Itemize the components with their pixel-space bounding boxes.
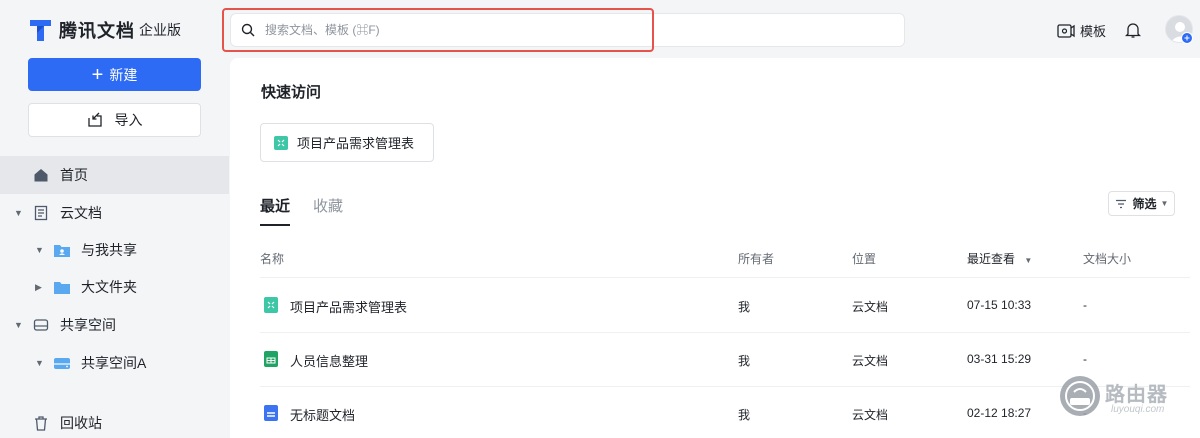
template-icon <box>1057 23 1075 38</box>
sidebar-item-label: 共享空间 <box>60 317 116 333</box>
sidebar-item-home[interactable]: 首页 <box>0 156 229 194</box>
watermark-text: 路由器 <box>1105 384 1168 406</box>
quick-access-label: 项目产品需求管理表 <box>297 136 415 151</box>
template-label: 模板 <box>1080 24 1107 39</box>
table-row[interactable]: 无标题文档 我 云文档 02-12 18:27 - <box>260 387 1190 438</box>
sidebar-item-trash[interactable]: 回收站 <box>0 404 229 438</box>
doc-icon <box>264 405 278 421</box>
col-location: 位置 <box>852 252 877 266</box>
enterprise-badge-icon <box>1181 32 1193 44</box>
filter-button[interactable]: 筛选 ▼ <box>1108 191 1175 216</box>
new-button-label: 新建 <box>109 66 138 83</box>
tab-favorites[interactable]: 收藏 <box>313 195 343 226</box>
table-row[interactable]: 人员信息整理 我 云文档 03-31 15:29 - <box>260 333 1190 387</box>
app-logo[interactable]: 腾讯文档 企业版 <box>28 17 181 43</box>
sheet-icon <box>274 135 288 150</box>
spreadsheet-icon <box>264 351 278 367</box>
file-owner: 我 <box>738 354 751 368</box>
sidebar-item-label: 与我共享 <box>81 242 137 258</box>
filter-icon <box>1115 199 1126 208</box>
main-panel: 快速访问 项目产品需求管理表 最近 收藏 筛选 ▼ 名称 所有者 位置 最近查看… <box>230 58 1200 438</box>
sidebar-item-label: 共享空间A <box>81 355 147 371</box>
caret-down-icon: ▼ <box>1160 199 1169 208</box>
sidebar-item-shared-space-a[interactable]: ▼ 共享空间A <box>0 344 229 382</box>
file-name[interactable]: 人员信息整理 <box>290 351 368 370</box>
sidebar: 腾讯文档 企业版 + 新建 导入 首页 ▼ 云文档 ▼ 与我共享 ▶ 大文件夹 … <box>0 0 229 438</box>
app-edition: 企业版 <box>139 22 181 38</box>
document-icon <box>33 205 49 221</box>
tab-recent[interactable]: 最近 <box>260 195 291 226</box>
sidebar-item-label: 回收站 <box>60 415 102 431</box>
file-size: - <box>1083 298 1087 312</box>
caret-down-icon[interactable]: ▼ <box>14 320 23 330</box>
caret-down-icon[interactable]: ▼ <box>35 245 44 255</box>
filter-label: 筛选 <box>1132 197 1157 211</box>
sidebar-item-label: 首页 <box>60 167 88 183</box>
search-highlight-box <box>222 8 654 52</box>
shared-folder-icon <box>53 242 71 258</box>
sidebar-item-large-folder[interactable]: ▶ 大文件夹 <box>0 268 229 306</box>
notification-bell[interactable] <box>1124 21 1142 42</box>
watermark-logo-icon <box>1060 376 1100 416</box>
col-owner: 所有者 <box>738 252 775 266</box>
smartsheet-icon <box>264 297 278 313</box>
import-button-label: 导入 <box>114 112 143 128</box>
new-button[interactable]: + 新建 <box>28 58 201 91</box>
template-button[interactable]: 模板 <box>1057 21 1106 40</box>
file-location: 云文档 <box>852 408 889 422</box>
col-last-viewed-label: 最近查看 <box>967 252 1016 266</box>
import-button[interactable]: 导入 <box>28 103 201 137</box>
file-owner: 我 <box>738 408 751 422</box>
file-size: - <box>1083 352 1087 366</box>
file-last-viewed: 02-12 18:27 <box>967 406 1032 420</box>
app-title: 腾讯文档 <box>59 21 135 41</box>
drive-icon <box>33 317 49 333</box>
import-icon <box>87 112 102 127</box>
trash-icon <box>33 415 49 431</box>
bell-icon <box>1124 23 1142 38</box>
caret-right-icon[interactable]: ▶ <box>35 282 42 293</box>
sidebar-item-shared-with-me[interactable]: ▼ 与我共享 <box>0 231 229 269</box>
file-owner: 我 <box>738 300 751 314</box>
col-size: 文档大小 <box>1083 252 1132 266</box>
sidebar-item-cloud-docs[interactable]: ▼ 云文档 <box>0 194 229 232</box>
watermark-subtext: luyouqi.com <box>1111 404 1165 415</box>
tencent-docs-logo-icon <box>30 19 51 41</box>
table-row[interactable]: 项目产品需求管理表 我 云文档 07-15 10:33 - <box>260 279 1190 333</box>
sort-down-icon[interactable]: ▼ <box>1024 256 1032 265</box>
file-name[interactable]: 项目产品需求管理表 <box>290 297 407 316</box>
quick-access-title: 快速访问 <box>261 84 322 101</box>
quick-access-item[interactable]: 项目产品需求管理表 <box>260 123 434 162</box>
col-name: 名称 <box>260 252 285 266</box>
plus-icon: + <box>91 63 104 86</box>
home-icon <box>33 167 49 183</box>
caret-down-icon[interactable]: ▼ <box>35 358 44 368</box>
sidebar-item-label: 云文档 <box>60 205 102 221</box>
file-name[interactable]: 无标题文档 <box>290 405 355 424</box>
file-last-viewed: 07-15 10:33 <box>967 298 1032 312</box>
file-location: 云文档 <box>852 300 889 314</box>
file-location: 云文档 <box>852 354 889 368</box>
file-last-viewed: 03-31 15:29 <box>967 352 1032 366</box>
table-header: 名称 所有者 位置 最近查看 ▼ 文档大小 <box>260 240 1190 278</box>
tabs: 最近 收藏 <box>260 195 366 226</box>
col-last-viewed[interactable]: 最近查看 ▼ <box>967 250 1032 267</box>
folder-icon <box>53 279 71 295</box>
sidebar-item-shared-space[interactable]: ▼ 共享空间 <box>0 306 229 344</box>
space-icon <box>53 355 71 371</box>
caret-down-icon[interactable]: ▼ <box>14 208 23 218</box>
sidebar-item-label: 大文件夹 <box>81 279 137 295</box>
